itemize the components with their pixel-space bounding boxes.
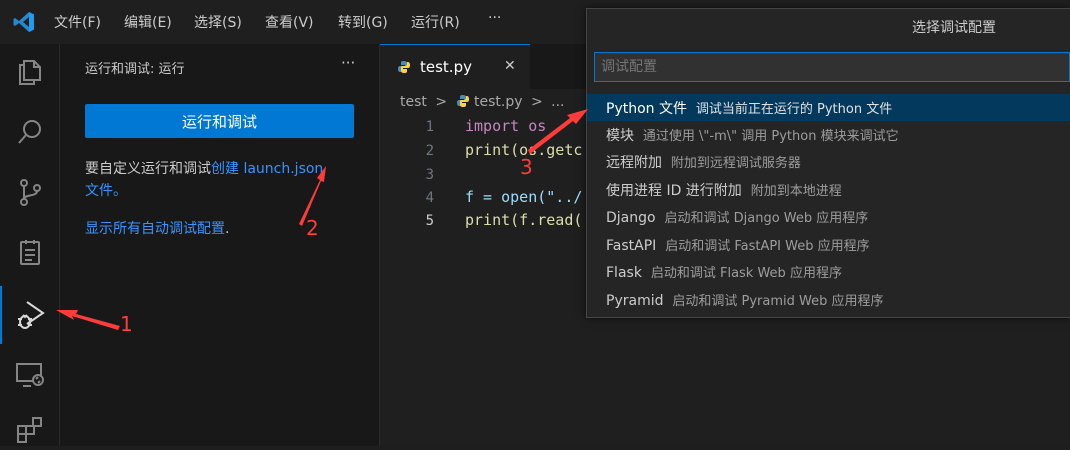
arrow-3 (528, 109, 588, 154)
arrow-1 (56, 310, 120, 330)
annotation-label-3: 3 (520, 155, 533, 179)
annotation-label-1: 1 (120, 312, 133, 336)
annotation-arrows (56, 109, 588, 330)
annotation-label-2: 2 (306, 216, 319, 240)
